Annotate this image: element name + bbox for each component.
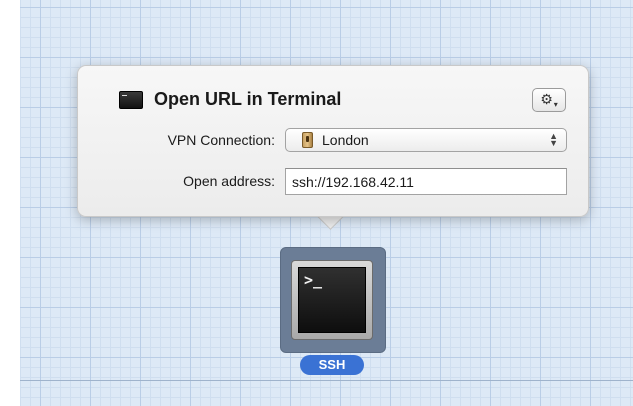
vpn-connection-value: London bbox=[322, 132, 369, 148]
open-address-field[interactable] bbox=[285, 168, 567, 195]
settings-button[interactable]: ⚙▾ bbox=[532, 88, 566, 112]
popover-title: Open URL in Terminal bbox=[154, 89, 342, 109]
select-arrows-icon: ▲ ▼ bbox=[549, 131, 558, 148]
ssh-app-icon[interactable]: >_ bbox=[280, 247, 386, 353]
terminal-icon: >_ bbox=[291, 260, 373, 340]
action-popover: Open URL in Terminal ⚙▾ VPN Connection: … bbox=[77, 65, 589, 217]
canvas-bottom-border bbox=[20, 380, 633, 381]
chevron-down-icon: ▾ bbox=[553, 100, 558, 109]
gear-icon: ⚙ bbox=[540, 91, 553, 107]
ssh-icon-label[interactable]: SSH bbox=[300, 355, 364, 375]
terminal-small-icon bbox=[119, 91, 143, 109]
terminal-screen: >_ bbox=[298, 267, 366, 333]
open-address-label: Open address: bbox=[183, 173, 275, 189]
terminal-prompt: >_ bbox=[304, 271, 323, 289]
vpn-connection-select[interactable]: London ▲ ▼ bbox=[285, 128, 567, 152]
vpn-lock-icon bbox=[302, 132, 313, 148]
vpn-connection-label: VPN Connection: bbox=[167, 132, 275, 148]
